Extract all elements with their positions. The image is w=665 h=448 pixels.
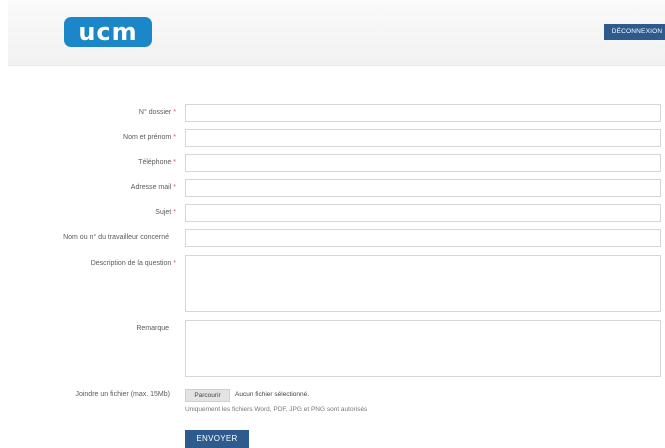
subject-label: Sujet * — [155, 209, 176, 216]
case-number-input[interactable] — [185, 104, 661, 122]
phone-label: Téléphone * — [138, 159, 176, 166]
attachment-label: Joindre un fichier (max. 15Mb) — [75, 391, 170, 398]
ucm-logo: ucm — [64, 17, 152, 47]
case-number-label: N° dossier * — [138, 109, 176, 116]
email-label: Adresse mail * — [130, 184, 176, 191]
full-name-label: Nom et prénom * — [123, 134, 176, 141]
worker-input[interactable] — [185, 229, 661, 247]
remark-label: Remarque — [136, 325, 169, 332]
full-name-input[interactable] — [185, 129, 661, 147]
description-label: Description de la question * — [90, 260, 176, 267]
no-file-text: Aucun fichier sélectionné. — [235, 391, 310, 398]
file-type-hint: Uniquement les fichiers Word, PDF, JPG e… — [185, 406, 368, 413]
submit-button[interactable]: ENVOYER — [185, 430, 249, 448]
worker-label: Nom ou n° du travailleur concerné — [63, 234, 169, 241]
email-input[interactable] — [185, 179, 661, 197]
remark-textarea[interactable] — [185, 320, 661, 377]
description-textarea[interactable] — [185, 255, 661, 312]
subject-input[interactable] — [185, 204, 661, 222]
phone-input[interactable] — [185, 154, 661, 172]
logout-button[interactable]: DÉCONNEXION — [604, 24, 665, 40]
browse-button[interactable]: Parcourir — [185, 389, 230, 402]
header: ucm DÉCONNEXION — [8, 0, 665, 66]
